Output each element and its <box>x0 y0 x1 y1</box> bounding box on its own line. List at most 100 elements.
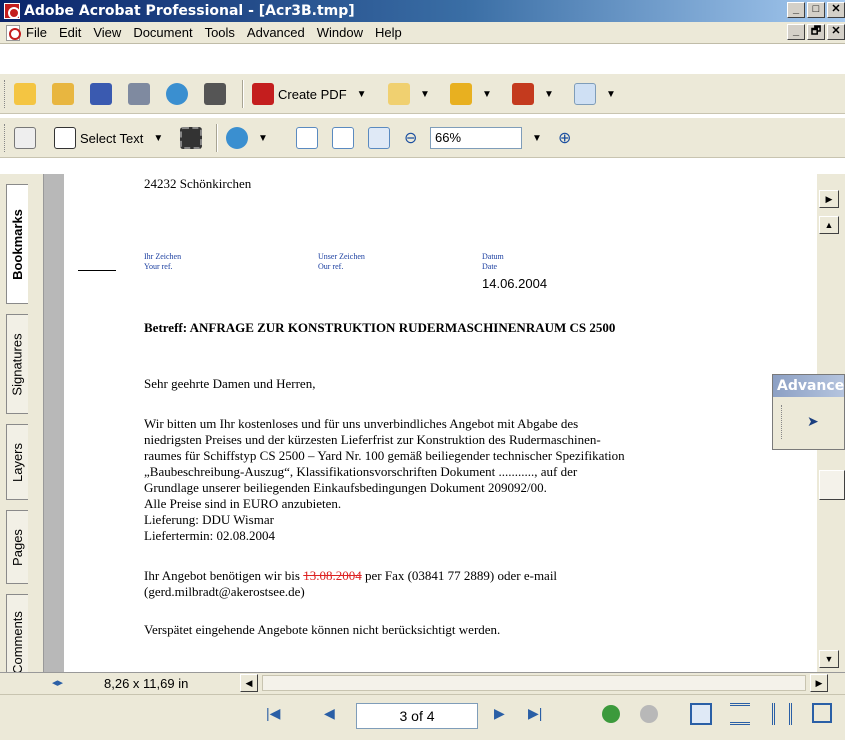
horizontal-scroll-track[interactable] <box>262 675 806 691</box>
title-bar: Adobe Acrobat Professional - [Acr3B.tmp]… <box>0 0 845 22</box>
menu-window[interactable]: Window <box>317 25 363 40</box>
single-page-icon[interactable] <box>690 703 712 725</box>
address-line: 24232 Schönkirchen <box>144 176 252 191</box>
save-button[interactable] <box>90 79 112 109</box>
select-text-button[interactable]: Select Text ▼ <box>54 123 163 153</box>
tab-bookmarks-label: Bookmarks <box>10 208 25 280</box>
select-object-button[interactable]: ▼ <box>574 79 616 109</box>
select-text-label: Select Text <box>80 130 144 146</box>
fit-page-button[interactable] <box>332 123 354 153</box>
zoom-dropdown[interactable]: 66% ▼ <box>430 123 542 153</box>
greeting: Sehr geehrte Damen und Herren, <box>144 376 316 391</box>
window-title: Adobe Acrobat Professional - [Acr3B.tmp] <box>24 3 355 19</box>
go-back-icon[interactable] <box>602 705 620 723</box>
menu-view[interactable]: View <box>93 25 121 40</box>
chevron-down-icon[interactable]: ▼ <box>258 133 268 144</box>
page-size-label: 8,26 x 11,69 in <box>104 676 189 691</box>
next-page-arrow-icon[interactable]: ▶ <box>819 190 839 208</box>
chevron-down-icon[interactable]: ▼ <box>606 89 616 100</box>
menu-help[interactable]: Help <box>375 25 402 40</box>
minus-circle-icon: ⊖ <box>404 130 418 147</box>
print-icon <box>128 83 150 105</box>
tab-pages[interactable]: Pages <box>6 510 28 584</box>
open-button[interactable] <box>14 79 36 109</box>
menu-file[interactable]: File <box>26 25 47 40</box>
menu-edit[interactable]: Edit <box>59 25 81 40</box>
document-icon[interactable] <box>6 25 21 41</box>
hand-tool-button[interactable] <box>14 123 36 153</box>
continuous-icon[interactable] <box>730 703 750 725</box>
scroll-right-button[interactable]: ▶ <box>810 674 828 692</box>
combine-button[interactable]: ▼ <box>388 79 430 109</box>
paragraph-line: „Baubeschreibung-Auszug“, Klassifikation… <box>144 464 578 479</box>
secure-button[interactable]: ▼ <box>450 79 492 109</box>
sign-button[interactable]: ▼ <box>512 79 554 109</box>
ref-label-datum: Datum <box>482 252 504 261</box>
chevron-down-icon[interactable]: ▼ <box>420 89 430 100</box>
fit-width-button[interactable] <box>368 123 390 153</box>
doc-restore-button[interactable]: 🗗 <box>807 24 825 40</box>
ref-label-your: Your ref. <box>144 262 173 271</box>
offer-suffix: per Fax (03841 77 2889) oder e-mail <box>361 568 558 583</box>
facing-icon[interactable] <box>772 703 792 725</box>
tab-signatures[interactable]: Signatures <box>6 314 28 414</box>
minimize-button[interactable]: _ <box>787 2 805 18</box>
offer-email: (gerd.milbradt@akerostsee.de) <box>144 584 305 599</box>
offer-line: Ihr Angebot benötigen wir bis 13.08.2004… <box>144 568 557 584</box>
tab-bookmarks[interactable]: Bookmarks <box>6 184 28 304</box>
menu-advanced[interactable]: Advanced <box>247 25 305 40</box>
chevron-down-icon[interactable]: ▼ <box>153 133 163 144</box>
horizontal-scrollbar-row: ◂▸ 8,26 x 11,69 in ◀ ▶ <box>0 672 845 694</box>
toolbar-grip[interactable] <box>4 80 7 108</box>
close-button[interactable]: ✕ <box>827 2 845 18</box>
chevron-down-icon[interactable]: ▼ <box>357 89 367 100</box>
menu-tools[interactable]: Tools <box>205 25 235 40</box>
email-button[interactable] <box>166 79 188 109</box>
advanced-panel-title[interactable]: Advanced <box>773 375 844 397</box>
create-pdf-button[interactable]: Create PDF ▼ <box>252 79 367 109</box>
menu-document[interactable]: Document <box>133 25 192 40</box>
text-cursor-icon <box>54 127 76 149</box>
panel-grip[interactable] <box>781 405 784 439</box>
zoom-in-button[interactable]: ⊕ <box>558 123 571 153</box>
scroll-down-button[interactable]: ▼ <box>819 650 839 668</box>
next-page-icon[interactable]: ▶ <box>494 705 505 722</box>
hand-icon <box>14 127 36 149</box>
zoom-out-button[interactable]: ⊖ <box>404 123 417 153</box>
zoom-tool-button[interactable]: ▼ <box>226 123 268 153</box>
doc-close-button[interactable]: ✕ <box>827 24 845 40</box>
actual-size-button[interactable] <box>296 123 318 153</box>
menu-bar: File Edit View Document Tools Advanced W… <box>0 22 845 44</box>
scroll-thumb[interactable] <box>819 470 845 500</box>
tab-layers[interactable]: Layers <box>6 424 28 500</box>
maximize-button[interactable]: □ <box>807 2 825 18</box>
organizer-button[interactable] <box>52 79 74 109</box>
page-number-input[interactable]: 3 of 4 <box>356 703 478 729</box>
paragraph-line: niedrigsten Preises und der kürzesten Li… <box>144 432 601 447</box>
scroll-up-button[interactable]: ▲ <box>819 216 839 234</box>
paragraph-line: Grundlage unserer beiliegenden Einkaufsb… <box>144 480 547 495</box>
search-button[interactable] <box>204 79 226 109</box>
print-button[interactable] <box>128 79 150 109</box>
paragraph-line: Wir bitten um Ihr kostenloses und für un… <box>144 416 579 431</box>
chevron-down-icon[interactable]: ▼ <box>544 89 554 100</box>
previous-page-icon[interactable]: ◀ <box>324 705 335 722</box>
toolbar-grip[interactable] <box>4 124 7 152</box>
chevron-down-icon[interactable]: ▼ <box>532 133 542 144</box>
acrobat-app-icon[interactable] <box>4 3 20 19</box>
first-page-icon[interactable]: |◀ <box>266 705 280 722</box>
continuous-facing-icon[interactable] <box>812 703 832 723</box>
go-forward-icon[interactable] <box>640 705 658 723</box>
select-arrow-icon[interactable]: ➤ <box>807 413 819 430</box>
split-handle-icon[interactable]: ◂▸ <box>52 676 63 689</box>
chevron-down-icon[interactable]: ▼ <box>482 89 492 100</box>
paragraph-line: Alle Preise sind in EURO anzubieten. <box>144 496 342 511</box>
zoom-in-icon <box>226 127 248 149</box>
snapshot-button[interactable] <box>180 123 202 153</box>
document-view[interactable]: 24232 Schönkirchen Ihr Zeichen Your ref.… <box>44 174 816 672</box>
last-page-icon[interactable]: ▶| <box>528 705 542 722</box>
doc-minimize-button[interactable]: _ <box>787 24 805 40</box>
scroll-left-button[interactable]: ◀ <box>240 674 258 692</box>
zoom-input[interactable]: 66% <box>430 127 522 149</box>
file-toolbar: Create PDF ▼ ▼ ▼ ▼ ▼ <box>0 74 845 114</box>
